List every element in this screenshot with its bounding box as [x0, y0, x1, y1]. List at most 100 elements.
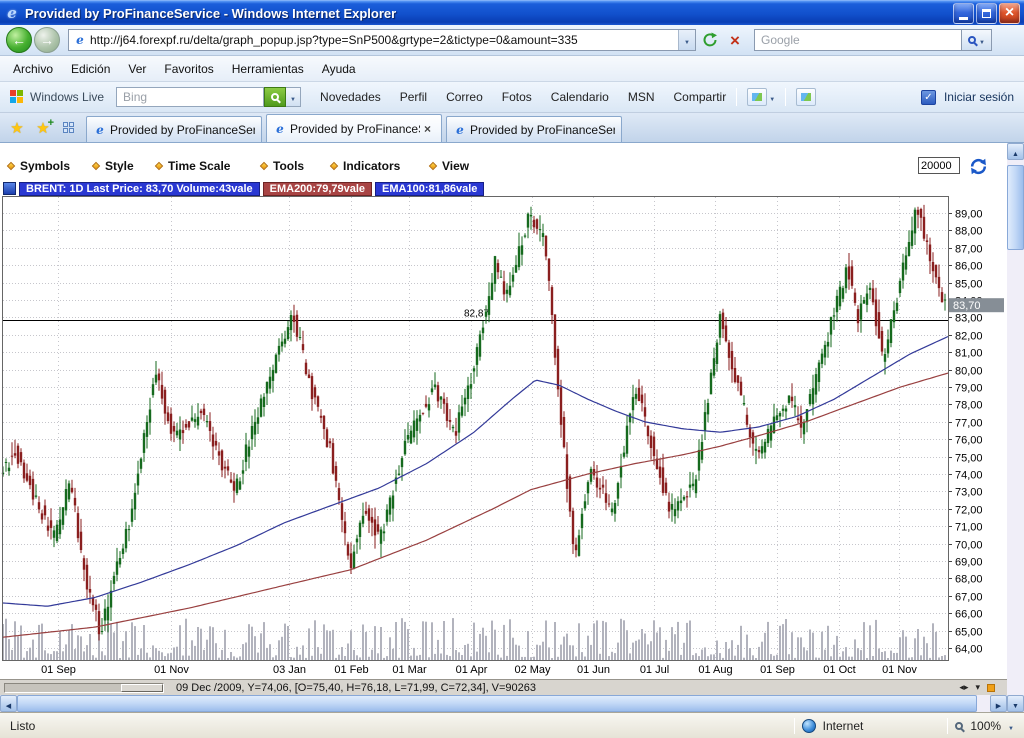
svg-text:80,00: 80,00: [955, 366, 983, 378]
triangle-left-icon: [6, 697, 11, 711]
star-icon: [10, 119, 23, 137]
chart-scroll-thumb[interactable]: [121, 684, 163, 692]
scroll-right-button[interactable]: [990, 695, 1007, 712]
svg-text:78,00: 78,00: [955, 400, 983, 412]
svg-text:01 Jul: 01 Jul: [640, 664, 669, 676]
quick-tabs-button[interactable]: [56, 116, 82, 140]
zoom-level[interactable]: 100%: [970, 719, 1001, 733]
svg-text:75,00: 75,00: [955, 453, 983, 465]
collapse-icon[interactable]: [975, 682, 980, 693]
search-input[interactable]: Google: [754, 29, 962, 51]
menu-label: Time Scale: [168, 159, 230, 173]
menu-view[interactable]: View: [430, 159, 469, 173]
live-link-correo[interactable]: Correo: [446, 90, 483, 104]
scroll-down-button[interactable]: [1007, 695, 1024, 712]
scroll-left-button[interactable]: [0, 695, 17, 712]
maximize-button[interactable]: [976, 3, 997, 24]
chevron-down-icon: [684, 33, 690, 47]
horizontal-scroll-thumb[interactable]: [17, 695, 977, 712]
menu-indicators[interactable]: Indicators: [331, 159, 400, 173]
horizontal-scroll-track[interactable]: [977, 695, 990, 712]
chart-status-bar: 09 Dec /2009, Y=74,06, [O=75,40, H=76,18…: [0, 679, 1007, 695]
tab-close-button[interactable]: [420, 121, 435, 136]
amount-input[interactable]: [918, 157, 960, 174]
menu-ayuda[interactable]: Ayuda: [313, 58, 365, 80]
bing-search-caret[interactable]: [286, 87, 301, 107]
plus-icon: [48, 117, 54, 129]
bing-search-button[interactable]: [264, 87, 286, 107]
chart-type-icon[interactable]: [3, 182, 16, 195]
diamond-icon: [330, 162, 338, 170]
live-link-perfil[interactable]: Perfil: [400, 90, 427, 104]
tab-bar: Provided by ProFinanceService Provided b…: [0, 113, 1024, 143]
tab-2-active[interactable]: Provided by ProFinanceS...: [266, 114, 442, 142]
close-button[interactable]: [999, 3, 1020, 24]
bing-placeholder: Bing: [123, 90, 147, 104]
live-link-compartir[interactable]: Compartir: [674, 90, 727, 104]
expand-arrows-icon[interactable]: [959, 682, 968, 693]
svg-text:01 Sep: 01 Sep: [41, 664, 76, 676]
sign-in-link[interactable]: Iniciar sesión: [944, 90, 1014, 104]
search-icon: [968, 36, 976, 44]
bing-search-input[interactable]: Bing: [116, 87, 264, 107]
menu-symbols[interactable]: Symbols: [8, 159, 70, 173]
search-button[interactable]: [962, 29, 992, 51]
url-text[interactable]: http://j64.forexpf.ru/delta/graph_popup.…: [90, 33, 678, 47]
svg-text:64,00: 64,00: [955, 644, 983, 656]
favorites-center-button[interactable]: [4, 116, 30, 140]
chart-scroll-slider[interactable]: [4, 683, 164, 693]
live-link-novedades[interactable]: Novedades: [320, 90, 381, 104]
url-history-dropdown[interactable]: [678, 30, 695, 50]
live-extras-tool-button[interactable]: [796, 88, 816, 106]
status-bar: Listo Internet 100%: [0, 712, 1024, 738]
search-options-caret-icon[interactable]: [979, 33, 985, 47]
svg-text:87,00: 87,00: [955, 244, 983, 256]
forward-arrow-icon: [40, 32, 54, 48]
add-favorite-button[interactable]: [30, 116, 56, 140]
svg-text:86,00: 86,00: [955, 261, 983, 273]
svg-text:01 Nov: 01 Nov: [154, 664, 189, 676]
zoom-caret-icon[interactable]: [1008, 719, 1014, 733]
live-link-calendario[interactable]: Calendario: [551, 90, 609, 104]
sync-icon: [969, 157, 988, 176]
triangle-down-icon: [1012, 697, 1019, 711]
menu-tools[interactable]: Tools: [261, 159, 304, 173]
vertical-scroll-thumb[interactable]: [1007, 165, 1024, 250]
menu-favoritos[interactable]: Favoritos: [155, 58, 222, 80]
back-button[interactable]: [6, 27, 32, 53]
chart-refresh-button[interactable]: [966, 155, 990, 177]
price-chart[interactable]: 89,0088,0087,0086,0085,0084,0083,0082,00…: [0, 196, 1007, 678]
horizontal-scrollbar[interactable]: [0, 695, 1007, 712]
tab-1[interactable]: Provided by ProFinanceService: [86, 116, 262, 142]
tab-3[interactable]: Provided by ProFinanceService: [446, 116, 622, 142]
windows-live-label: Windows Live: [30, 90, 104, 104]
stop-button[interactable]: [724, 29, 746, 51]
refresh-icon: [702, 32, 718, 48]
menu-herramientas[interactable]: Herramientas: [223, 58, 313, 80]
tab-label: Provided by ProFinanceS...: [290, 122, 420, 136]
vertical-scroll-track[interactable]: [1007, 160, 1024, 695]
vertical-scrollbar[interactable]: [1007, 143, 1024, 712]
scroll-up-button[interactable]: [1007, 143, 1024, 160]
triangle-up-icon: [1012, 145, 1019, 159]
title-bar[interactable]: Provided by ProFinanceService - Windows …: [0, 0, 1024, 25]
menu-edicion[interactable]: Edición: [62, 58, 119, 80]
menu-archivo[interactable]: Archivo: [4, 58, 62, 80]
refresh-button[interactable]: [699, 29, 721, 51]
menu-label: Tools: [273, 159, 304, 173]
live-photos-tool-button[interactable]: [747, 88, 767, 106]
menu-ver[interactable]: Ver: [119, 58, 155, 80]
url-field[interactable]: http://j64.forexpf.ru/delta/graph_popup.…: [68, 29, 696, 51]
chevron-down-icon[interactable]: [769, 90, 775, 104]
live-link-fotos[interactable]: Fotos: [502, 90, 532, 104]
menu-style[interactable]: Style: [93, 159, 134, 173]
search-placeholder: Google: [761, 33, 800, 47]
chevron-down-icon: [290, 90, 296, 104]
forward-button[interactable]: [34, 27, 60, 53]
minimize-button[interactable]: [953, 3, 974, 24]
signin-badge-icon: [921, 90, 936, 105]
live-link-msn[interactable]: MSN: [628, 90, 655, 104]
menu-time-scale[interactable]: Time Scale: [156, 159, 230, 173]
chart-status-icons: [959, 682, 995, 693]
check-icon: [924, 92, 932, 103]
